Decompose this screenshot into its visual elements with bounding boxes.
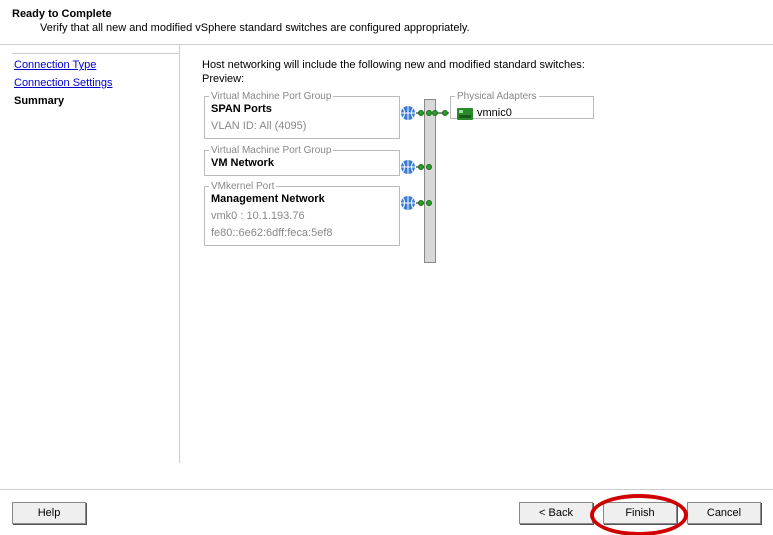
physical-adapters: Physical Adapters vmnic0 (450, 91, 594, 119)
step-summary: Summary (14, 93, 179, 109)
content-intro: Host networking will include the followi… (202, 59, 751, 71)
adapters-legend: Physical Adapters (455, 91, 539, 102)
portgroup-span-ports: Virtual Machine Port Group SPAN Ports VL… (204, 91, 400, 139)
connector-dot (432, 110, 438, 116)
connector-dot (418, 164, 424, 170)
portgroup-legend: Virtual Machine Port Group (209, 145, 333, 156)
wizard-footer: Help < Back Finish Cancel (0, 489, 773, 535)
adapter-name: vmnic0 (477, 107, 512, 119)
cancel-button[interactable]: Cancel (687, 502, 761, 524)
portgroup-legend: VMkernel Port (209, 181, 276, 192)
step-connection-type[interactable]: Connection Type (14, 57, 179, 73)
connector-dot (426, 164, 432, 170)
connector-dot (442, 110, 448, 116)
portgroup-meta-ip: vmk0 : 10.1.193.76 (211, 209, 393, 224)
network-diagram: Virtual Machine Port Group SPAN Ports VL… (202, 89, 712, 269)
wizard-header: Ready to Complete Verify that all new an… (0, 0, 773, 45)
back-button[interactable]: < Back (519, 502, 593, 524)
help-button[interactable]: Help (12, 502, 86, 524)
portgroup-title: VM Network (211, 156, 393, 171)
portgroup-title: SPAN Ports (211, 102, 393, 117)
nic-icon (457, 108, 473, 123)
connector-dot (418, 110, 424, 116)
wizard-steps: Connection Type Connection Settings Summ… (0, 45, 180, 463)
globe-icon (400, 159, 416, 178)
globe-icon (400, 195, 416, 214)
portgroup-vlan: VLAN ID: All (4095) (211, 119, 393, 134)
wizard-content: Host networking will include the followi… (180, 45, 773, 463)
finish-button[interactable]: Finish (603, 502, 677, 524)
portgroup-vm-network: Virtual Machine Port Group VM Network (204, 145, 400, 176)
connector-dot (418, 200, 424, 206)
portgroup-management-network: VMkernel Port Management Network vmk0 : … (204, 181, 400, 246)
preview-label: Preview: (202, 73, 751, 85)
step-connection-settings[interactable]: Connection Settings (14, 75, 179, 91)
globe-icon (400, 105, 416, 124)
page-title: Ready to Complete (12, 8, 761, 20)
page-subtitle: Verify that all new and modified vSphere… (12, 22, 761, 34)
portgroup-meta-ipv6: fe80::6e62:6dff:feca:5ef8 (211, 226, 393, 241)
vswitch-bar (424, 99, 436, 263)
portgroup-title: Management Network (211, 192, 393, 207)
connector-dot (426, 200, 432, 206)
portgroup-legend: Virtual Machine Port Group (209, 91, 333, 102)
wizard-body: Connection Type Connection Settings Summ… (0, 45, 773, 463)
wizard-window: Ready to Complete Verify that all new an… (0, 0, 773, 535)
